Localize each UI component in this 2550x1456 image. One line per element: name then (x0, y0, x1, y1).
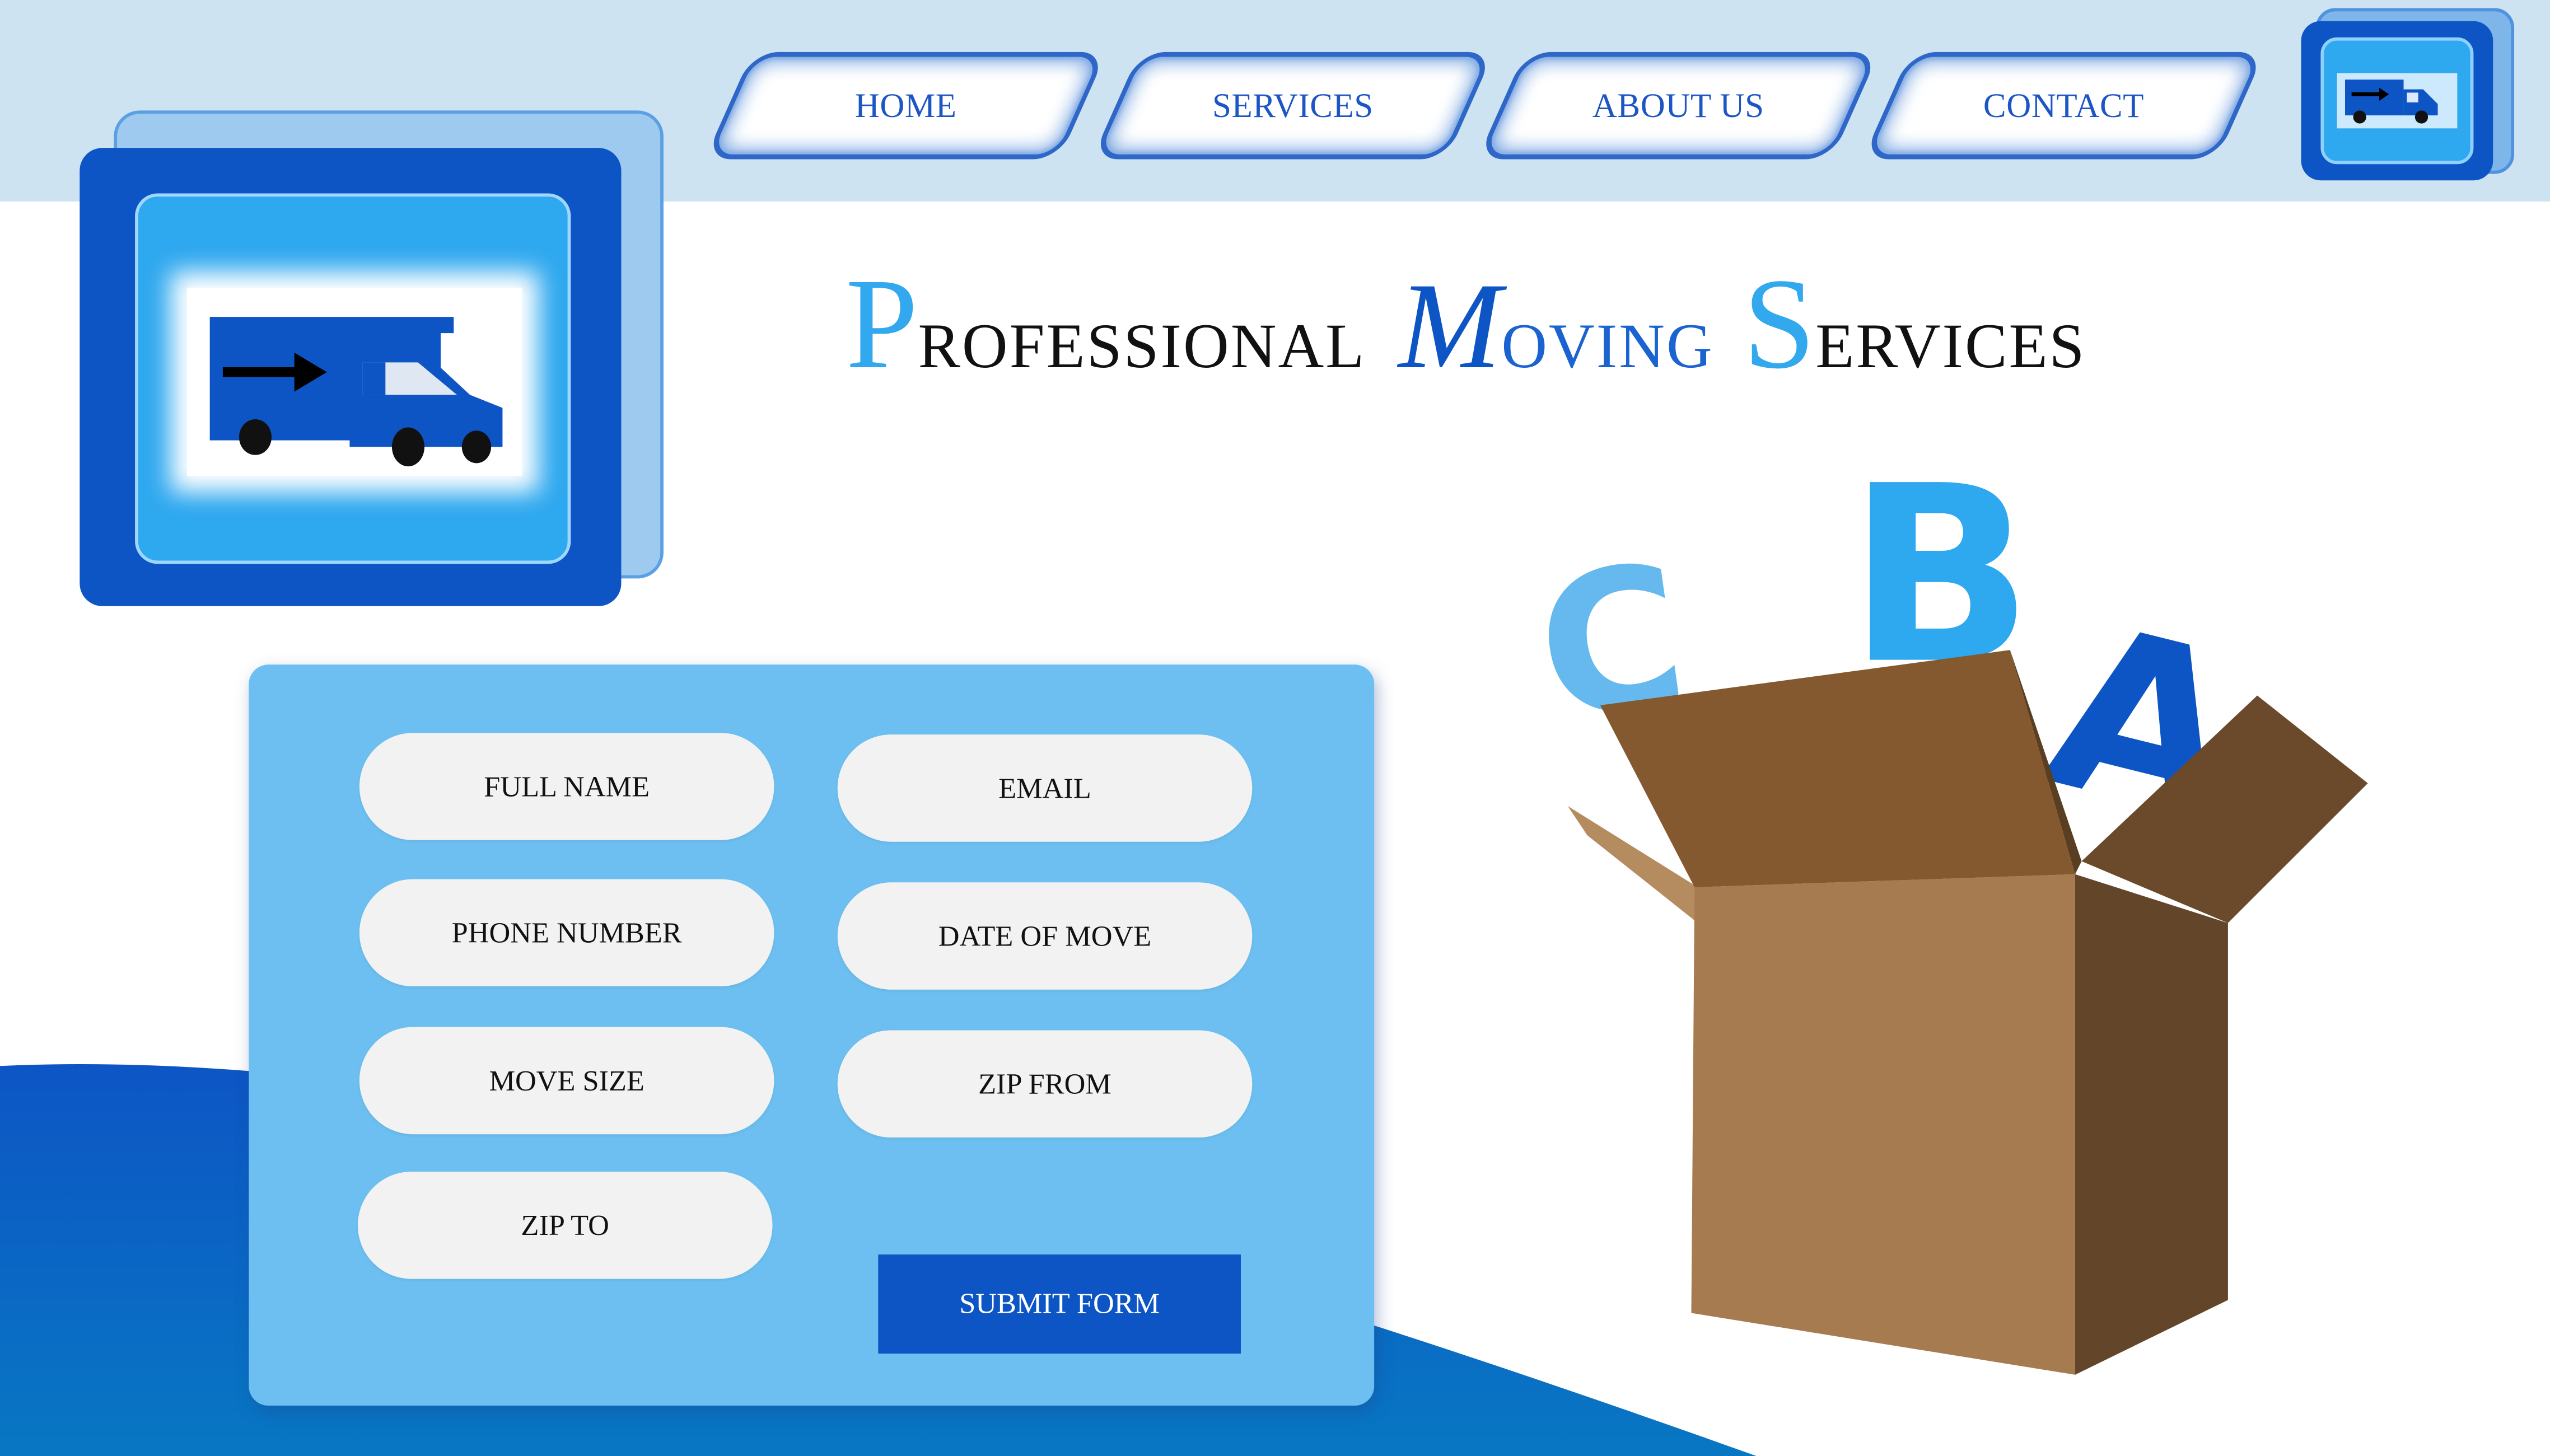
nav-about-us-label: ABOUT US (1592, 85, 1764, 125)
nav-about-us-button[interactable]: ABOUT US (1477, 52, 1880, 160)
nav-home-button[interactable]: HOME (704, 52, 1107, 160)
page-title: PROFESSIONAL MOVING SERVICES (846, 253, 2084, 406)
title-word-professional: ROFESSIONAL (918, 312, 1366, 382)
submit-form-button[interactable]: SUBMIT FORM (878, 1254, 1241, 1354)
full-name-field[interactable]: FULL NAME (359, 733, 774, 840)
moving-truck-icon (2337, 73, 2458, 129)
title-initial-s: S (1743, 253, 1816, 397)
move-size-field[interactable]: MOVE SIZE (359, 1027, 774, 1135)
date-of-move-field[interactable]: DATE OF MOVE (837, 882, 1253, 990)
title-initial-m: M (1398, 258, 1502, 395)
corner-logo[interactable] (2301, 21, 2493, 181)
moving-quote-form: FULL NAME EMAIL PHONE NUMBER DATE OF MOV… (249, 664, 1375, 1406)
email-field[interactable]: EMAIL (837, 734, 1253, 842)
zip-from-field[interactable]: ZIP FROM (837, 1030, 1253, 1138)
nav-contact-button[interactable]: CONTACT (1862, 52, 2265, 160)
main-logo[interactable] (80, 148, 622, 606)
nav-home-label: HOME (854, 85, 957, 125)
phone-number-field[interactable]: PHONE NUMBER (359, 879, 774, 987)
nav-services-label: SERVICES (1212, 85, 1374, 125)
zip-to-field[interactable]: ZIP TO (357, 1171, 773, 1279)
moving-box-illustration: C B A (1529, 436, 2368, 1375)
title-word-moving: OVING (1501, 312, 1714, 382)
title-initial-p: P (846, 253, 918, 397)
nav-contact-label: CONTACT (1983, 85, 2145, 125)
nav-services-button[interactable]: SERVICES (1091, 52, 1494, 160)
moving-truck-icon (209, 317, 503, 467)
title-word-services: ERVICES (1815, 312, 2086, 382)
